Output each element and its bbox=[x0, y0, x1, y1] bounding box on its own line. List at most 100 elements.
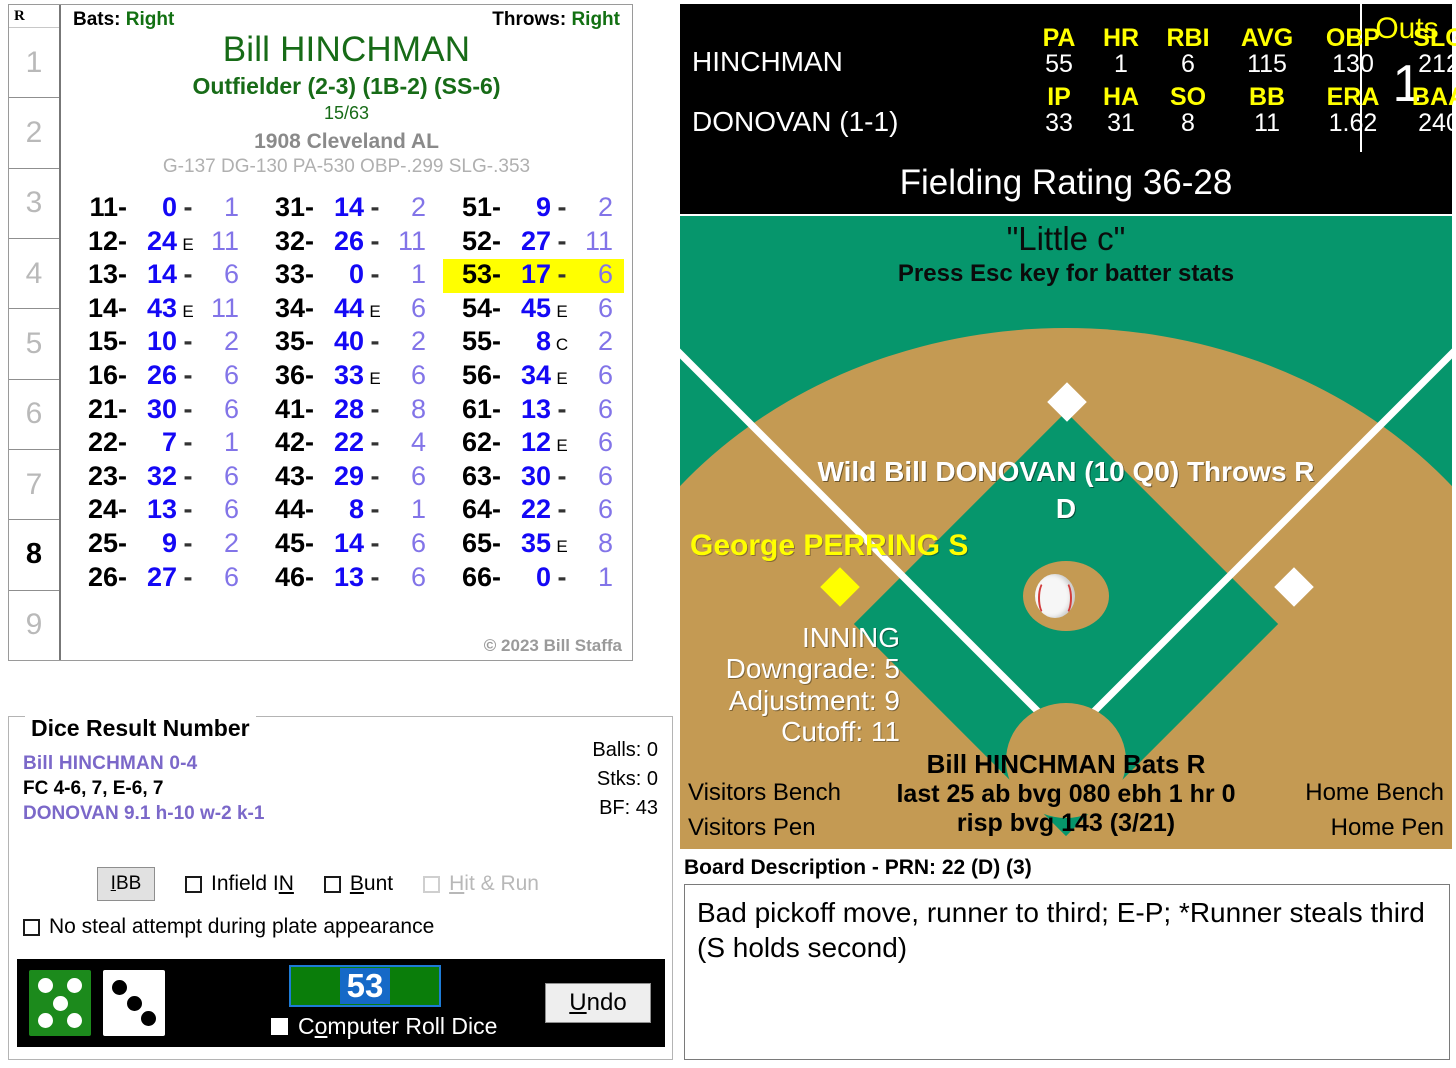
dice-result-row[interactable]: 13- 14-6 bbox=[69, 259, 250, 293]
dice-result-row[interactable]: 16- 26-6 bbox=[69, 360, 250, 394]
computer-roll-dice-checkbox[interactable]: Computer Roll Dice bbox=[271, 1013, 539, 1040]
dice-roll-key: 32- bbox=[274, 225, 314, 256]
inning-cell-3[interactable]: 3 bbox=[9, 169, 59, 239]
dice-result-code: 9 bbox=[161, 527, 177, 558]
dice-result-tail: 2 bbox=[597, 192, 613, 222]
green-die[interactable] bbox=[29, 970, 91, 1036]
dice-result-row[interactable]: 12- 24 E 11 bbox=[69, 226, 250, 260]
dice-result-flag: - bbox=[183, 561, 193, 592]
dice-roll-key: 24- bbox=[87, 494, 127, 525]
inning-cell-5[interactable]: 5 bbox=[9, 309, 59, 380]
computer-roll-dice-label: Computer Roll Dice bbox=[298, 1013, 498, 1039]
dice-result-row[interactable]: 41- 28-8 bbox=[256, 394, 437, 428]
dice-result-number-legend: Dice Result Number bbox=[25, 715, 256, 742]
dice-result-row[interactable]: 46- 13-6 bbox=[256, 562, 437, 596]
dice-roll-key: 66- bbox=[461, 561, 501, 592]
dice-roll-key: 33- bbox=[274, 259, 314, 290]
dice-result-tail: 6 bbox=[223, 359, 239, 390]
visitors-pen-link[interactable]: Visitors Pen bbox=[688, 814, 816, 842]
player-name: Bill HINCHMAN bbox=[222, 30, 471, 69]
dice-result-code: 26 bbox=[146, 359, 177, 390]
dice-result-row[interactable]: 56- 34 E 6 bbox=[443, 360, 624, 394]
dice-result-code: 30 bbox=[520, 460, 551, 491]
dice-result-row[interactable]: 55- 8 C 2 bbox=[443, 326, 624, 360]
dice-roll-key: 23- bbox=[87, 460, 127, 491]
no-steal-checkbox[interactable]: No steal attempt during plate appearance bbox=[23, 915, 434, 939]
dice-result-row[interactable]: 22- 7-1 bbox=[69, 427, 250, 461]
dice-result-row[interactable]: 36- 33 E 6 bbox=[256, 360, 437, 394]
dice-result-row[interactable]: 34- 44 E 6 bbox=[256, 293, 437, 327]
checkbox-icon[interactable] bbox=[23, 918, 40, 936]
dice-result-row[interactable]: 11- 0-1 bbox=[69, 192, 250, 226]
dice-roll-key: 35- bbox=[274, 326, 314, 357]
inning-info-title: INNING bbox=[802, 622, 900, 653]
dice-result-row[interactable]: 21- 30-6 bbox=[69, 394, 250, 428]
scoreboard-value-cell: 11 bbox=[1254, 109, 1280, 137]
dice-result-row[interactable]: 52- 27-11 bbox=[443, 226, 624, 260]
dice-result-row[interactable]: 35- 40-2 bbox=[256, 326, 437, 360]
dice-result-row[interactable]: 44- 8-1 bbox=[256, 494, 437, 528]
scoreboard-value-cell: 240 bbox=[1418, 109, 1456, 137]
dice-result-row[interactable]: 45- 14-6 bbox=[256, 528, 437, 562]
checkbox-icon[interactable] bbox=[185, 875, 202, 893]
dice-result-row[interactable]: 64- 22-6 bbox=[443, 494, 624, 528]
inning-cell-8-active[interactable]: 8 bbox=[9, 520, 59, 591]
dice-result-row[interactable]: 24- 13-6 bbox=[69, 494, 250, 528]
inning-cell-9[interactable]: 9 bbox=[9, 591, 59, 660]
checkbox-icon[interactable] bbox=[323, 875, 341, 893]
dice-roll-key: 55- bbox=[461, 326, 501, 357]
dice-result-row[interactable]: 25- 9-2 bbox=[69, 528, 250, 562]
scoreboard-value-cell: 130 bbox=[1332, 50, 1374, 78]
dice-roll-key: 56- bbox=[461, 359, 501, 390]
inning-cell-2[interactable]: 2 bbox=[9, 98, 59, 169]
dice-result-flag: - bbox=[557, 225, 567, 256]
undo-button[interactable]: Undo bbox=[545, 983, 651, 1023]
inning-cell-4[interactable]: 4 bbox=[9, 239, 59, 310]
home-bench-link[interactable]: Home Bench bbox=[1305, 779, 1444, 807]
dice-result-row[interactable]: 15- 10-2 bbox=[69, 326, 250, 360]
dice-result-row[interactable]: 61- 13-6 bbox=[443, 394, 624, 428]
dice-roll-key: 64- bbox=[461, 494, 501, 525]
scoreboard-header-cell: HA bbox=[1102, 83, 1140, 111]
esc-key-hint: Press Esc key for batter stats bbox=[897, 260, 1235, 287]
scoreboard-value-cell: 31 bbox=[1107, 109, 1135, 137]
dice-result-flag: - bbox=[183, 359, 193, 390]
dice-result-flag: - bbox=[370, 326, 380, 357]
inning-cell-1[interactable]: 1 bbox=[9, 27, 59, 99]
ibb-button[interactable]: IBB bbox=[97, 867, 155, 901]
dice-result-row[interactable]: 32- 26-11 bbox=[256, 226, 437, 260]
dice-result-row[interactable]: 14- 43 E 11 bbox=[69, 293, 250, 327]
dice-result-input[interactable]: 53 bbox=[289, 965, 441, 1007]
pitcher-label[interactable]: Wild Bill DONOVAN (10 Q0) Throws R bbox=[680, 456, 1452, 488]
third-baseman-label[interactable]: George PERRING S bbox=[690, 529, 968, 563]
checkbox-icon[interactable] bbox=[271, 1018, 288, 1035]
dice-result-row[interactable]: 31- 14-2 bbox=[256, 192, 437, 226]
home-pen-link[interactable]: Home Pen bbox=[1331, 814, 1444, 842]
dice-result-flag: E bbox=[182, 234, 194, 254]
dice-result-row[interactable]: 51- 9-2 bbox=[443, 192, 624, 226]
bats-throws-row: Bats: Right Throws: Right bbox=[69, 9, 624, 31]
visitors-bench-link[interactable]: Visitors Bench bbox=[688, 779, 841, 807]
die-pip bbox=[141, 1011, 157, 1027]
infield-in-checkbox[interactable]: Infield IN bbox=[185, 872, 294, 896]
dice-result-row[interactable]: 42- 22-4 bbox=[256, 427, 437, 461]
scoreboard-value-cell: 212 bbox=[1418, 50, 1456, 78]
dice-result-row[interactable]: 66- 0-1 bbox=[443, 562, 624, 596]
dice-result-row[interactable]: 53- 17-6 bbox=[443, 259, 624, 293]
white-die[interactable] bbox=[103, 970, 165, 1036]
dice-result-row[interactable]: 65- 35 E 8 bbox=[443, 528, 624, 562]
inning-cell-6[interactable]: 6 bbox=[9, 380, 59, 450]
right-column: HINCHMAN PA HR RBI AVG OBP SLG 55 1 6 115 130 212 … bbox=[680, 0, 1456, 1068]
dice-result-row[interactable]: 43- 29-6 bbox=[256, 461, 437, 495]
dice-result-row[interactable]: 62- 12 E 6 bbox=[443, 427, 624, 461]
bunt-checkbox[interactable]: Bunt bbox=[323, 872, 393, 896]
batter-name-bats: Bill HINCHMAN Bats R bbox=[926, 749, 1206, 779]
dice-result-flag: - bbox=[557, 192, 567, 222]
dice-result-row[interactable]: 33- 0-1 bbox=[256, 259, 437, 293]
dice-result-row[interactable]: 23- 32-6 bbox=[69, 461, 250, 495]
inning-cell-7[interactable]: 7 bbox=[9, 450, 59, 521]
dice-result-row[interactable]: 63- 30-6 bbox=[443, 461, 624, 495]
baseball-field-diagram[interactable]: "Little c" Press Esc key for batter stat… bbox=[680, 216, 1452, 849]
dice-result-row[interactable]: 54- 45 E 6 bbox=[443, 293, 624, 327]
dice-result-row[interactable]: 26- 27-6 bbox=[69, 562, 250, 596]
